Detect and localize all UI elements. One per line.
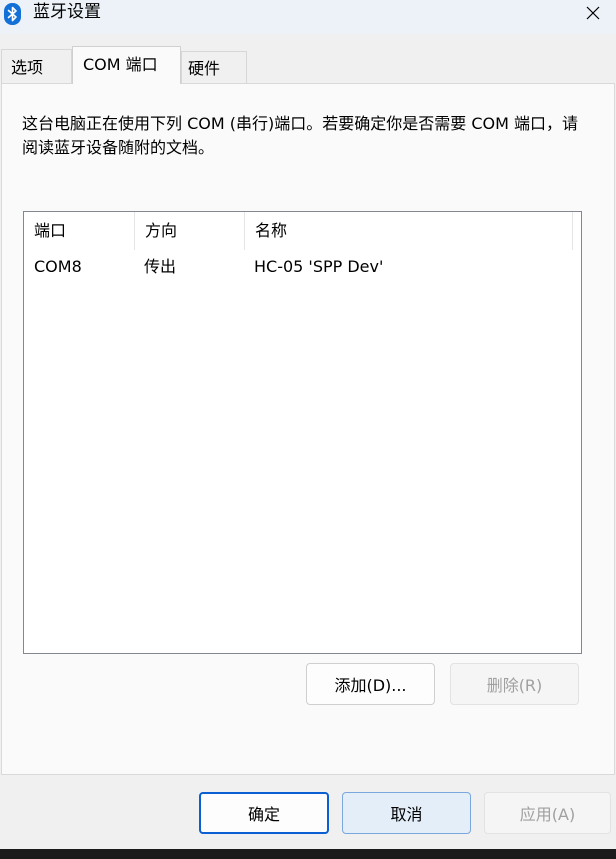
tab-com-ports-label: COM 端口 [83,55,158,74]
bluetooth-icon [4,3,21,25]
add-button[interactable]: 添加(D)... [306,663,435,705]
window-title: 蓝牙设置 [33,2,101,22]
column-header-direction[interactable]: 方向 [135,212,245,250]
apply-button[interactable]: 应用(A) [484,792,611,834]
remove-button[interactable]: 删除(R) [450,663,579,705]
column-header-port-label: 端口 [34,221,67,240]
tab-options[interactable]: 选项 [1,49,72,84]
tab-options-label: 选项 [11,58,44,77]
taskbar-edge [0,849,616,859]
cancel-button[interactable]: 取消 [342,792,471,834]
column-header-name-label: 名称 [255,221,288,240]
cell-direction: 传出 [144,257,177,276]
close-button[interactable] [570,0,616,26]
title-bar: 蓝牙设置 [0,0,616,34]
close-icon [586,6,600,20]
port-list[interactable]: 端口 方向 名称 COM8 传出 HC-05 'SPP Dev' [23,211,582,654]
tab-hardware[interactable]: 硬件 [181,51,247,84]
column-header-direction-label: 方向 [145,221,178,240]
tab-com-ports[interactable]: COM 端口 [72,46,181,84]
table-row[interactable]: COM8 传出 HC-05 'SPP Dev' [24,254,581,280]
cell-name: HC-05 'SPP Dev' [254,257,384,276]
ok-button[interactable]: 确定 [199,792,329,834]
column-header-port[interactable]: 端口 [24,212,135,250]
description-text: 这台电脑正在使用下列 COM (串行)端口。若要确定你是否需要 COM 端口，请… [22,114,578,157]
column-header-name[interactable]: 名称 [245,212,573,250]
tab-hardware-label: 硬件 [188,59,221,78]
cell-port: COM8 [34,257,82,276]
